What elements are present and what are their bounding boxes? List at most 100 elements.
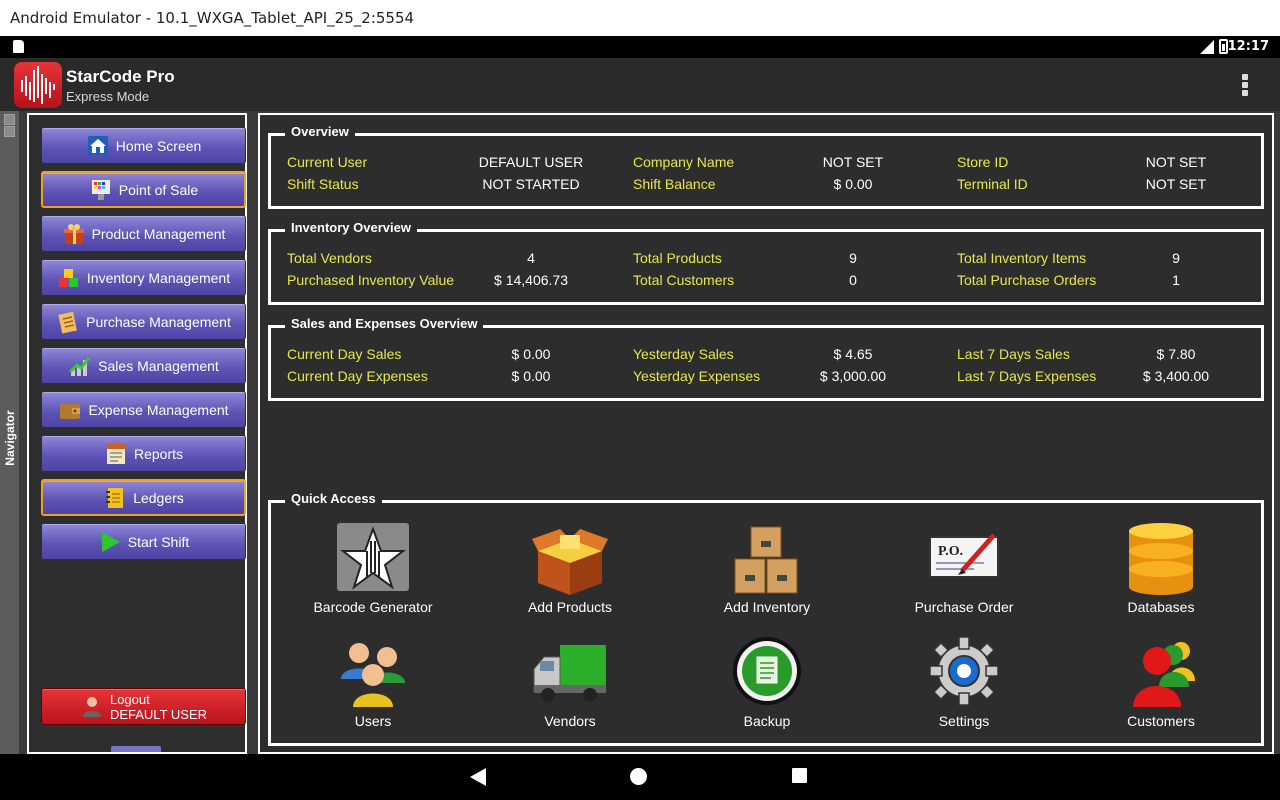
add-inventory-button[interactable]: Add Inventory [692,521,842,615]
database-icon [1121,521,1201,597]
total-customers-label: Total Customers [633,272,735,288]
total-purchase-orders-label: Total Purchase Orders [957,272,1097,288]
back-icon[interactable] [470,768,486,786]
total-customers-value: 0 [849,272,857,288]
nav-label: Reports [133,445,184,462]
logout-line2: DEFAULT USER [109,706,208,722]
backup-icon [727,635,807,711]
yesterday-expenses-label: Yesterday Expenses [633,368,761,384]
gear-icon [924,635,1004,711]
shift-status-value: NOT STARTED [482,176,580,192]
navigator-sidebar: Home Screen Point of Sale Product Manage… [27,113,247,754]
purchase-order-icon: P.O. [924,521,1004,597]
clock: 12:17 [1227,39,1269,54]
house-icon [87,135,108,156]
qa-label: Backup [743,713,791,729]
last-7-days-expenses-value: $ 3,400.00 [1142,368,1210,384]
nav-product-management-button[interactable]: Product Management [41,215,246,252]
backup-button[interactable]: Backup [692,635,842,729]
sd-card-icon [13,40,24,53]
dashboard-content: Overview Current User DEFAULT USER Compa… [258,113,1274,754]
cash-register-icon [91,179,110,200]
shift-status-label: Shift Status [287,176,359,192]
qa-label: Databases [1127,599,1195,615]
last-7-days-sales-label: Last 7 Days Sales [957,346,1070,362]
drawer-knob [4,126,15,137]
nav-point-of-sale-button[interactable]: Point of Sale [41,171,246,208]
qa-label: Barcode Generator [313,599,433,615]
add-products-button[interactable]: Add Products [495,521,645,615]
yesterday-sales-label: Yesterday Sales [633,346,734,362]
company-name-label: Company Name [633,154,735,170]
app-title: StarCode Pro [66,67,175,86]
app-logo-icon [14,62,62,108]
nav-label: Product Management [91,225,226,242]
android-nav-bar [0,754,1280,800]
svg-text:P.O.: P.O. [938,544,963,559]
current-day-expenses-label: Current Day Expenses [287,368,428,384]
store-id-value: NOT SET [1145,154,1207,170]
logout-label: Logout DEFAULT USER [110,692,207,722]
purchase-order-button[interactable]: P.O. Purchase Order [889,521,1039,615]
nav-inventory-management-button[interactable]: Inventory Management [41,259,246,296]
users-button[interactable]: Users [298,635,448,729]
clipboard-icon [58,311,78,333]
yesterday-sales-value: $ 4.65 [833,346,873,362]
total-products-label: Total Products [633,250,722,266]
shift-balance-label: Shift Balance [633,176,716,192]
nav-ledgers-button[interactable]: Ledgers [41,479,246,516]
current-day-sales-value: $ 0.00 [511,346,551,362]
databases-button[interactable]: Databases [1086,521,1236,615]
overflow-menu-icon[interactable] [1242,74,1250,96]
inventory-overview-panel: Inventory Overview Total Vendors 4 Total… [268,220,1264,305]
settings-button[interactable]: Settings [889,635,1039,729]
current-day-expenses-value: $ 0.00 [511,368,551,384]
qa-label: Add Inventory [723,599,811,615]
shift-balance-value: $ 0.00 [833,176,873,192]
total-vendors-label: Total Vendors [287,250,372,266]
user-avatar-icon [82,696,101,717]
total-vendors-value: 4 [527,250,535,266]
nav-label: Ledgers [133,489,184,506]
recent-apps-icon[interactable] [792,768,807,783]
vendors-button[interactable]: Vendors [495,635,645,729]
overview-panel: Overview Current User DEFAULT USER Compa… [268,124,1264,209]
store-id-label: Store ID [957,154,1009,170]
nav-home-screen-button[interactable]: Home Screen [41,127,246,164]
open-box-icon [530,521,610,597]
inventory-overview-title: Inventory Overview [285,220,417,235]
barcode-star-icon [333,521,413,597]
nav-reports-button[interactable]: Reports [41,435,246,472]
customers-button[interactable]: Customers [1086,635,1236,729]
sidebar-scroll-handle[interactable] [111,746,161,752]
logout-line1: Logout [109,691,150,707]
barcode-generator-button[interactable]: Barcode Generator [298,521,448,615]
current-user-value: DEFAULT USER [478,154,584,170]
total-inventory-items-label: Total Inventory Items [957,250,1087,266]
customers-icon [1121,635,1201,711]
current-day-sales-label: Current Day Sales [287,346,402,362]
nav-label: Start Shift [127,533,190,550]
nav-label: Point of Sale [118,181,199,198]
users-icon [333,635,413,711]
navigator-drawer-tab[interactable]: Navigator [0,111,19,754]
nav-purchase-management-button[interactable]: Purchase Management [41,303,246,340]
signal-icon [1200,40,1214,54]
app-subtitle: Express Mode [66,89,150,104]
total-inventory-items-value: 9 [1172,250,1180,266]
logout-button[interactable]: Logout DEFAULT USER [41,688,246,725]
wallet-icon [60,403,81,419]
nav-label: Purchase Management [86,313,231,330]
nav-expense-management-button[interactable]: Expense Management [41,391,246,428]
quick-access-panel: Quick Access Barcode Generator Add Produ… [268,491,1264,746]
nav-start-shift-button[interactable]: Start Shift [41,523,246,560]
home-icon[interactable] [630,768,647,785]
sales-expenses-panel: Sales and Expenses Overview Current Day … [268,316,1264,401]
total-products-value: 9 [849,250,857,266]
drawer-knob [4,114,15,125]
nav-label: Sales Management [98,357,219,374]
last-7-days-sales-value: $ 7.80 [1156,346,1196,362]
gift-box-icon [63,223,84,244]
qa-label: Customers [1127,713,1195,729]
nav-sales-management-button[interactable]: Sales Management [41,347,246,384]
